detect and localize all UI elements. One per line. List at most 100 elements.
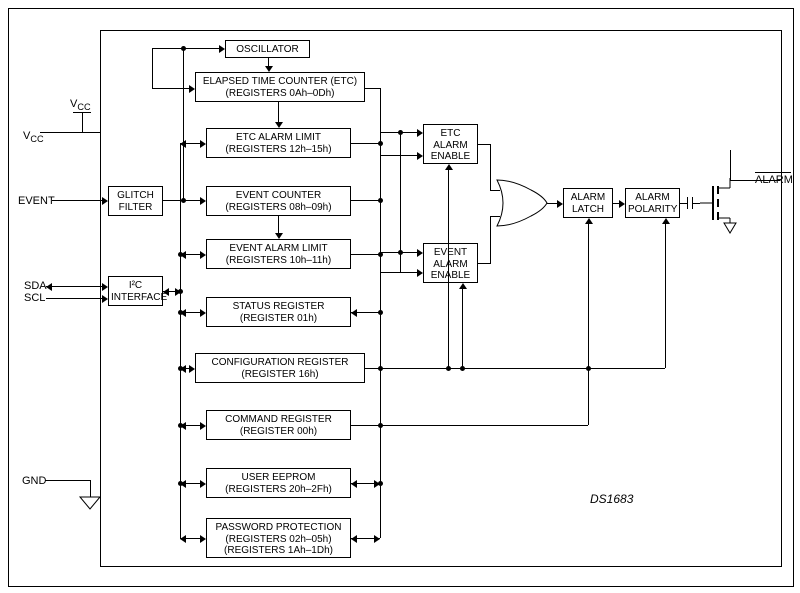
w-i2c-bus (180, 143, 181, 538)
junction-dot (178, 481, 183, 486)
arrow-icon (200, 535, 206, 543)
junction-dot (178, 366, 183, 371)
junction-dot (181, 46, 186, 51)
junction-dot (398, 130, 403, 135)
arrow-icon (374, 535, 380, 543)
arrow-icon (557, 200, 563, 208)
or-gate-icon (495, 178, 549, 228)
cap-plate-l (687, 197, 688, 209)
status-register-block: STATUS REGISTER(REGISTER 01h) (206, 297, 351, 327)
event-pin-label: EVENT (18, 195, 55, 207)
w-evt2lim (278, 216, 279, 233)
junction-dot (446, 366, 451, 371)
arrow-icon (585, 218, 593, 224)
arrow-icon (219, 45, 225, 53)
etc-block: ELAPSED TIME COUNTER (ETC)(REGISTERS 0Ah… (195, 72, 365, 102)
junction-dot (178, 289, 183, 294)
junction-dot (178, 252, 183, 257)
w-cfg-evten (462, 289, 463, 368)
w-to-osc (183, 48, 219, 49)
arrow-icon (102, 295, 108, 303)
vcc-stem (82, 112, 83, 132)
arrow-icon (189, 365, 195, 373)
junction-dot (378, 310, 383, 315)
w-r-etc (365, 88, 380, 89)
cap-wire-l (680, 203, 687, 204)
arrow-icon (417, 152, 423, 160)
vcc-label-inside: VCC (70, 98, 91, 112)
junction-dot (178, 310, 183, 315)
arrow-icon (445, 164, 453, 170)
arrow-icon (351, 535, 357, 543)
arrow-icon (200, 140, 206, 148)
sda-pin-label: SDA (24, 280, 47, 292)
arrow-icon (102, 197, 108, 205)
arrow-icon (102, 283, 108, 291)
arrow-icon (417, 249, 423, 257)
vcc-wire (40, 132, 100, 133)
gnd-stem (90, 480, 91, 497)
arrow-icon (275, 122, 283, 128)
cap-wire-r (693, 203, 700, 204)
w-osc-to-etc (152, 88, 189, 89)
w-osc-down (268, 58, 269, 66)
chip-name-label: DS1683 (590, 492, 633, 506)
arrow-icon (180, 140, 186, 148)
arrow-icon (459, 283, 467, 289)
arrow-icon (200, 309, 206, 317)
password-protection-block: PASSWORD PROTECTION(REGISTERS 02h–05h)(R… (206, 518, 351, 558)
command-register-block: COMMAND REGISTER(REGISTER 00h) (206, 410, 351, 440)
arrow-icon (189, 85, 195, 93)
arrow-icon (351, 309, 357, 317)
junction-dot (378, 481, 383, 486)
ground-symbol-icon (80, 497, 100, 509)
arrow-icon (662, 218, 670, 224)
w-cmd-latch-h (380, 425, 588, 426)
arrow-icon (351, 480, 357, 488)
alarm-polarity-block: ALARMPOLARITY (625, 188, 680, 218)
etc-alarm-enable-block: ETCALARMENABLE (423, 124, 478, 164)
arrow-icon (200, 480, 206, 488)
w-osc-feed2 (152, 48, 153, 88)
junction-dot (586, 366, 591, 371)
event-counter-block: EVENT COUNTER(REGISTERS 08h–09h) (206, 186, 351, 216)
w-glitch-bus (183, 48, 184, 201)
junction-dot (378, 198, 383, 203)
junction-dot (398, 250, 403, 255)
alarm-overbar (755, 172, 791, 173)
user-eeprom-block: USER EEPROM(REGISTERS 20h–2Fh) (206, 468, 351, 498)
w-cmd-latch-v (588, 224, 589, 425)
junction-dot (181, 198, 186, 203)
w-cfg-etcen (448, 170, 449, 368)
arrow-icon (265, 66, 273, 72)
arrow-icon (200, 251, 206, 259)
arrow-icon (417, 129, 423, 137)
arrow-icon (619, 200, 625, 208)
gnd-wire (45, 480, 90, 481)
junction-dot (378, 141, 383, 146)
configuration-register-block: CONFIGURATION REGISTER(REGISTER 16h) (195, 353, 365, 383)
gnd-pin-label: GND (22, 475, 46, 487)
junction-dot (460, 366, 465, 371)
transistor-icon (700, 178, 740, 233)
w-event-in (52, 200, 102, 201)
etc-alarm-limit-block: ETC ALARM LIMIT(REGISTERS 12h–15h) (206, 128, 351, 158)
w-osc-feed1 (152, 48, 183, 49)
w-etc2lim (278, 102, 279, 122)
i2c-interface-block: I²CINTERFACE (108, 276, 163, 306)
arrow-icon (46, 283, 52, 291)
arrow-icon (180, 535, 186, 543)
arrow-icon (417, 269, 423, 277)
arrow-icon (200, 422, 206, 430)
w-scl (46, 298, 102, 299)
arrow-icon (163, 288, 169, 296)
w-alarm-out1 (730, 180, 780, 181)
event-alarm-limit-block: EVENT ALARM LIMIT(REGISTERS 10h–11h) (206, 239, 351, 269)
w-cfg-pol (665, 224, 666, 368)
oscillator-block: OSCILLATOR (225, 40, 310, 58)
event-alarm-enable-block: EVENTALARMENABLE (423, 243, 478, 283)
arrow-icon (200, 197, 206, 205)
junction-dot (178, 423, 183, 428)
arrow-icon (275, 233, 283, 239)
scl-pin-label: SCL (24, 292, 45, 304)
